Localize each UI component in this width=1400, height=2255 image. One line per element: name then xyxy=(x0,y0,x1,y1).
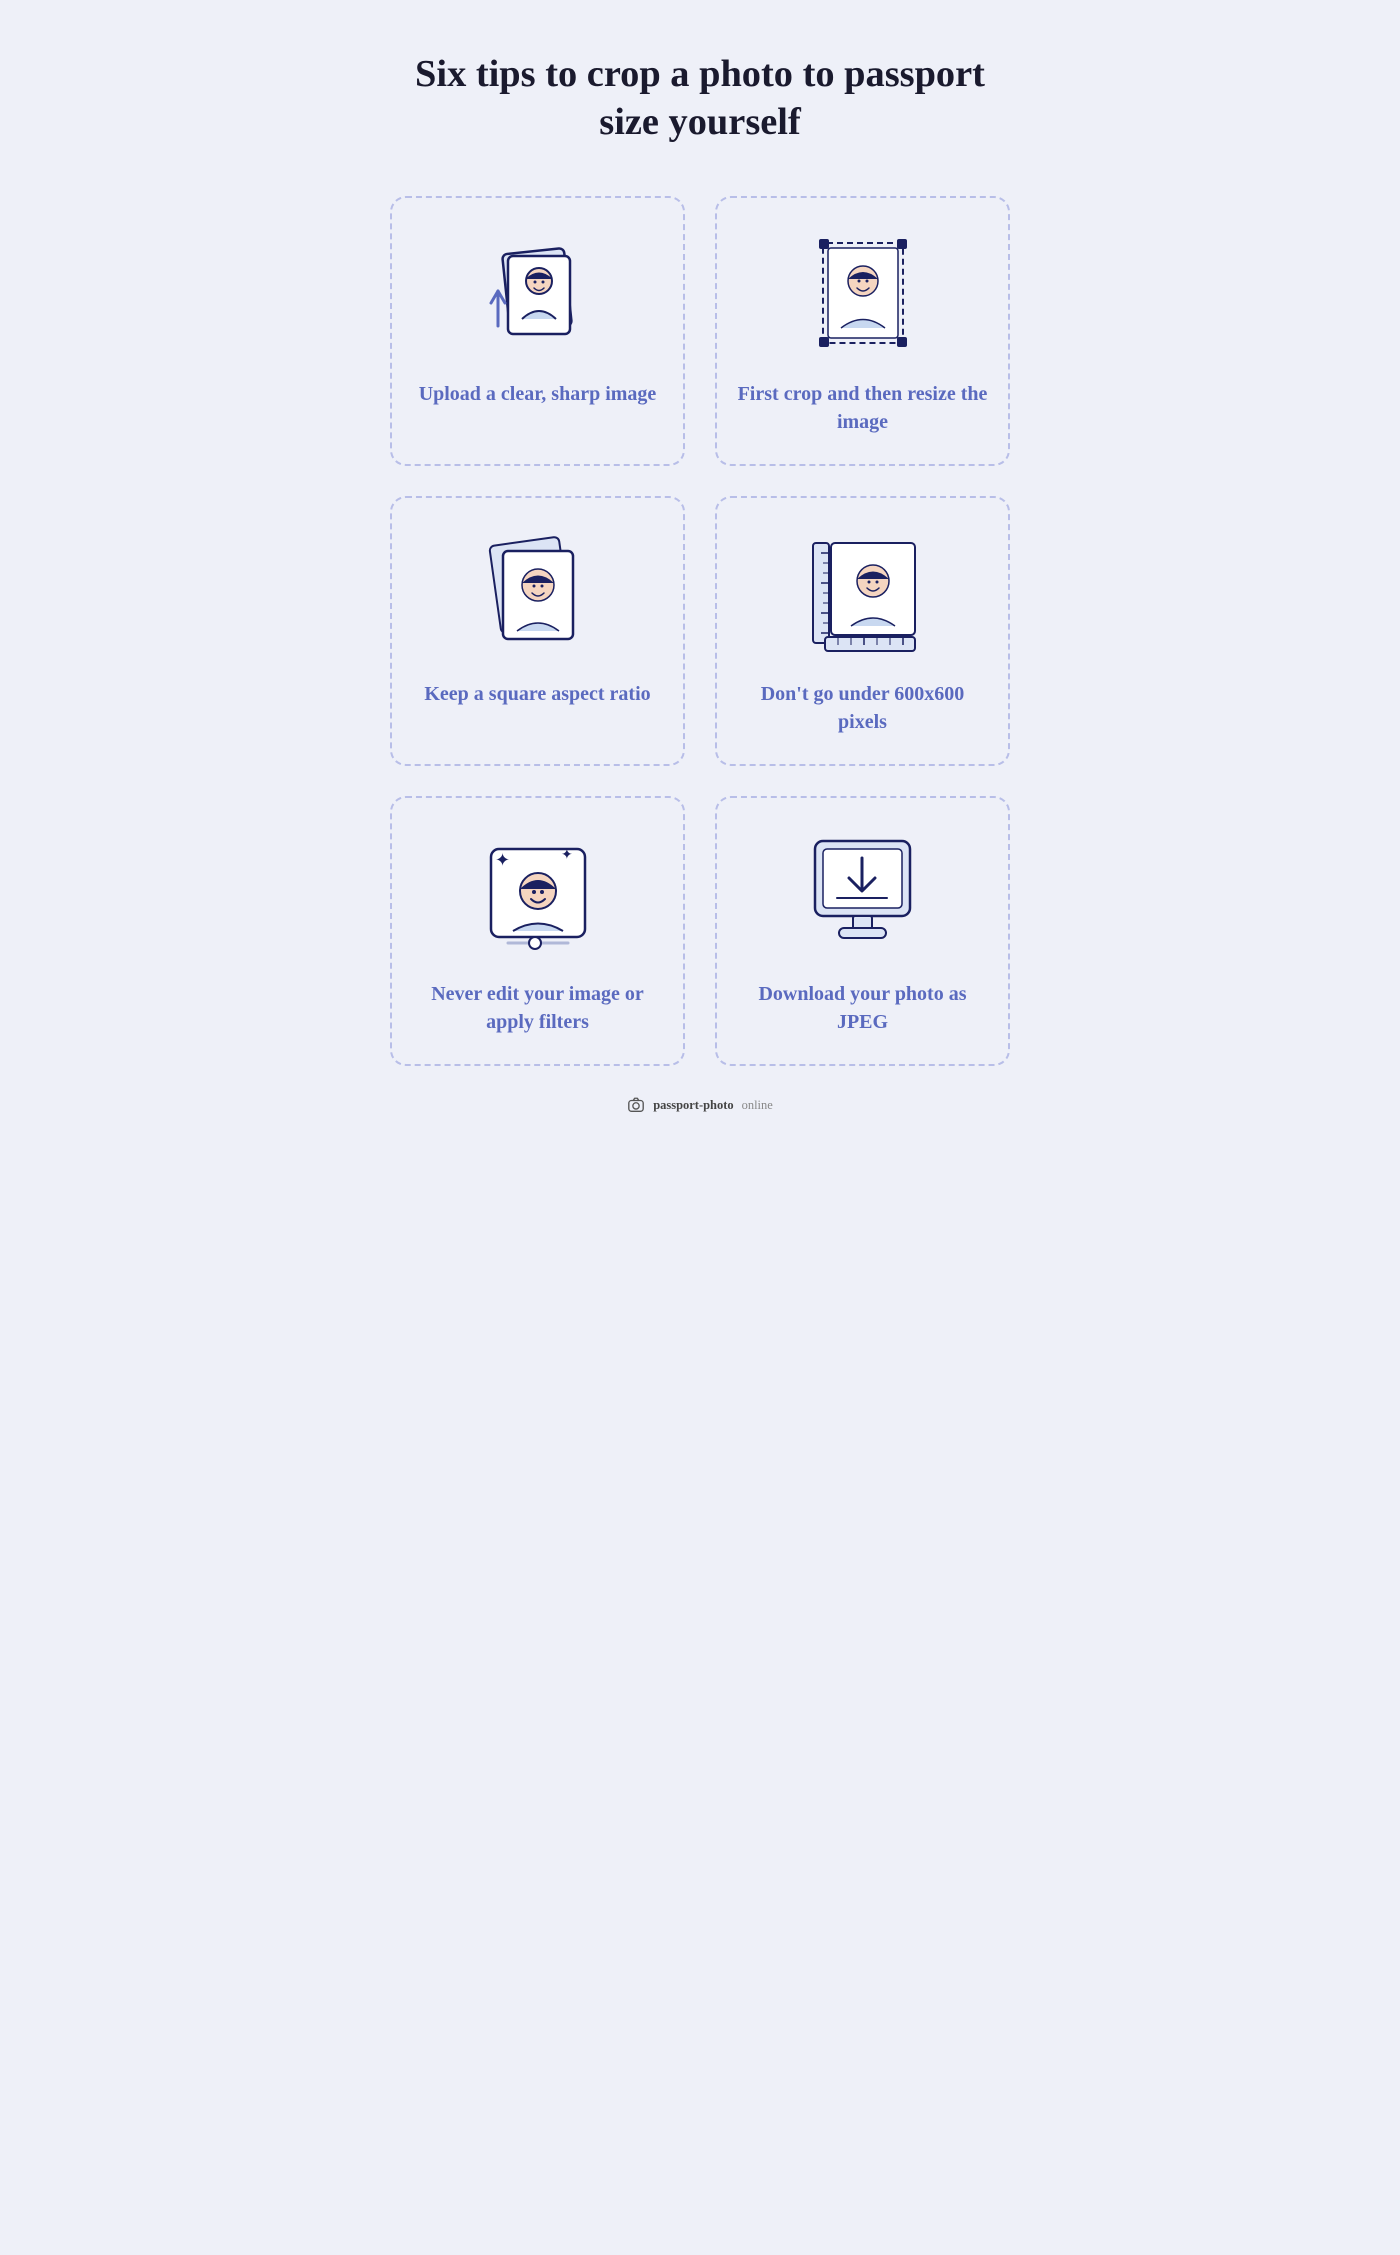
camera-icon xyxy=(627,1096,645,1114)
page-container: Six tips to crop a photo to passport siz… xyxy=(350,0,1050,1154)
footer: passport-photo online xyxy=(390,1096,1010,1114)
card-tip1: Upload a clear, sharp image xyxy=(390,196,685,466)
footer-sub: online xyxy=(742,1098,773,1113)
upload-photo-icon xyxy=(478,231,598,356)
icon-area-tip4 xyxy=(798,528,928,658)
tips-grid: Upload a clear, sharp image xyxy=(390,196,1010,1066)
card-tip2-label: First crop and then resize the image xyxy=(737,380,988,436)
svg-text:✦: ✦ xyxy=(561,848,573,863)
card-tip4: Don't go under 600x600 pixels xyxy=(715,496,1010,766)
card-tip5: ✦ ✦ Never edit xyxy=(390,796,685,1066)
card-tip2: First crop and then resize the image xyxy=(715,196,1010,466)
card-tip1-label: Upload a clear, sharp image xyxy=(419,380,657,408)
resolution-icon xyxy=(803,533,923,653)
card-tip5-label: Never edit your image or apply filters xyxy=(412,980,663,1036)
svg-text:✦: ✦ xyxy=(495,850,510,870)
card-tip6: Download your photo as JPEG xyxy=(715,796,1010,1066)
icon-area-tip2 xyxy=(798,228,928,358)
page-title: Six tips to crop a photo to passport siz… xyxy=(390,50,1010,146)
icon-area-tip1 xyxy=(473,228,603,358)
icon-area-tip5: ✦ ✦ xyxy=(473,828,603,958)
square-aspect-icon xyxy=(475,533,600,653)
icon-area-tip3 xyxy=(473,528,603,658)
footer-brand: passport-photo xyxy=(653,1098,733,1113)
card-tip6-label: Download your photo as JPEG xyxy=(737,980,988,1036)
card-tip3: Keep a square aspect ratio xyxy=(390,496,685,766)
card-tip3-label: Keep a square aspect ratio xyxy=(424,680,650,708)
download-jpeg-icon xyxy=(805,833,920,953)
crop-resize-icon xyxy=(803,233,923,353)
no-filter-icon: ✦ ✦ xyxy=(473,831,603,956)
card-tip4-label: Don't go under 600x600 pixels xyxy=(737,680,988,736)
icon-area-tip6 xyxy=(798,828,928,958)
